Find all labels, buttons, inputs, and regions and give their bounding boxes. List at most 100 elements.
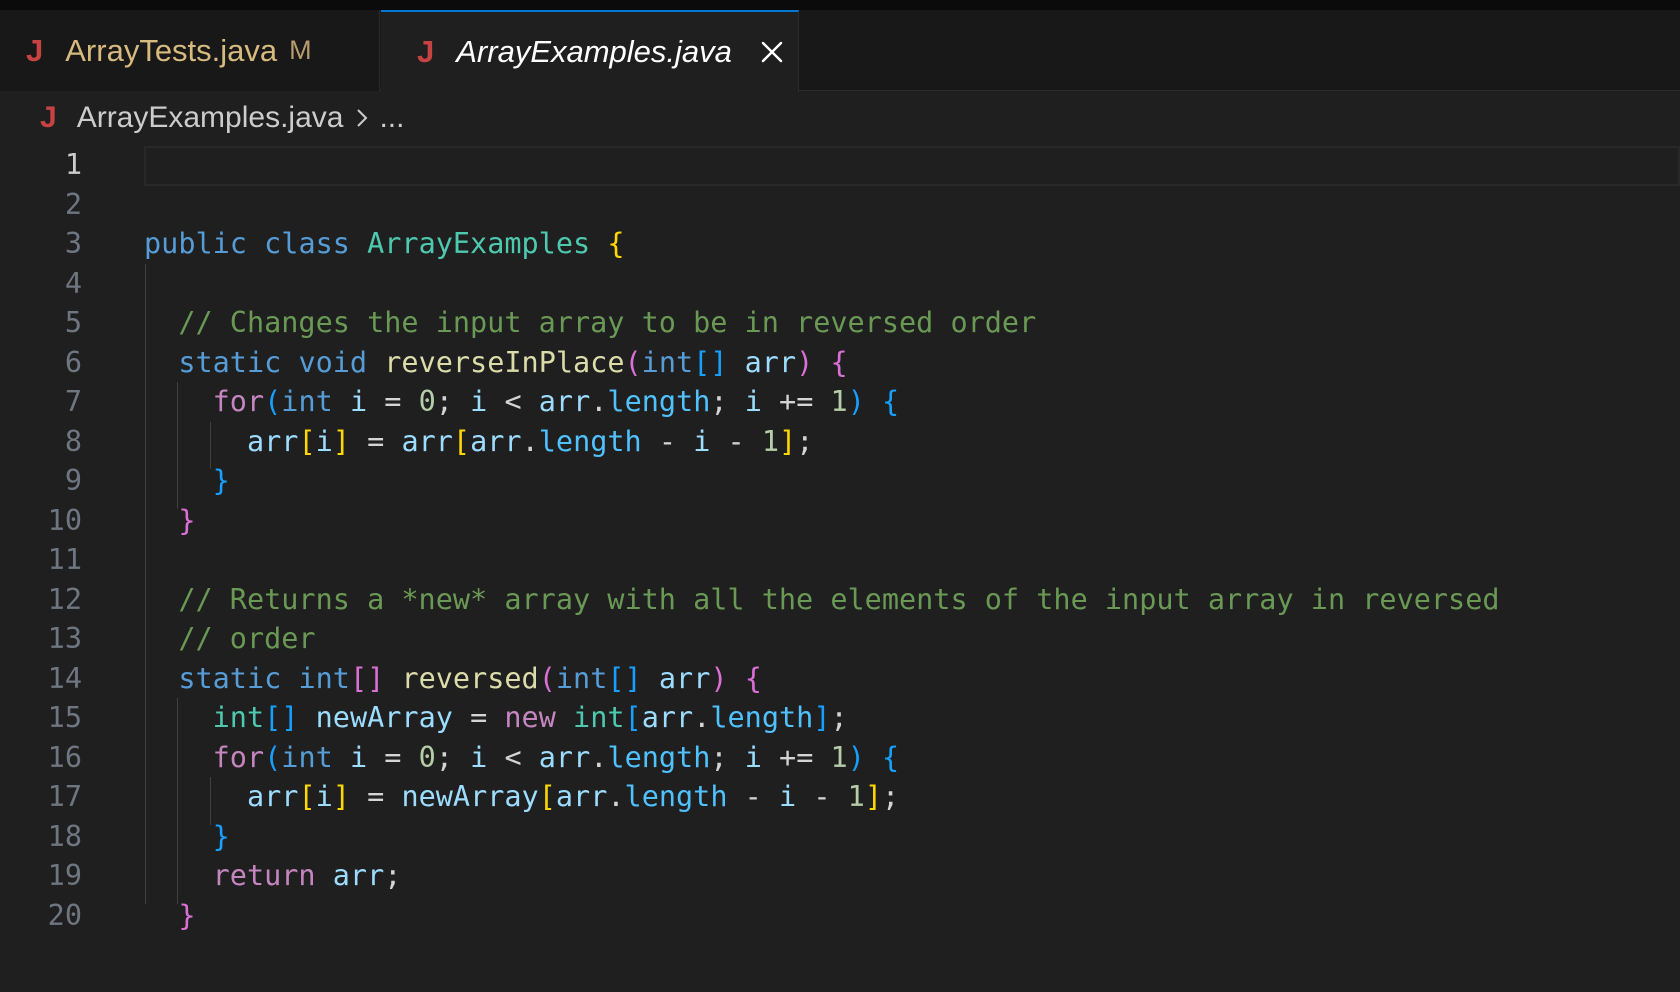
code-token: void <box>298 345 368 379</box>
line-number: 18 <box>47 819 82 853</box>
code-text: } <box>144 460 230 502</box>
code-line[interactable]: 6 static void reverseInPlace(int[] arr) … <box>0 342 1680 384</box>
code-token: ( <box>264 385 282 418</box>
line-number: 20 <box>47 898 82 932</box>
code-line[interactable]: 8 arr[i] = arr[arr.length - i - 1]; <box>0 421 1680 463</box>
code-line[interactable]: 14 static int[] reversed(int[] arr) { <box>0 658 1680 700</box>
code-token: arr <box>538 385 591 418</box>
code-line[interactable]: 5 // Changes the input array to be in re… <box>0 302 1680 344</box>
line-number: 3 <box>64 227 82 260</box>
code-token: } <box>212 464 230 497</box>
code-text: arr[i] = newArray[arr.length - i - 1]; <box>144 776 899 818</box>
code-token: arr <box>641 701 694 734</box>
code-token: = <box>452 701 505 734</box>
code-token: } <box>178 898 196 932</box>
code-token: i <box>349 385 368 418</box>
code-token: ; <box>710 740 745 774</box>
code-token: int <box>298 661 350 695</box>
code-line[interactable]: 2 <box>0 184 1680 226</box>
code-editor[interactable]: 1 2 3 public class ArrayExamples {4 5 // Cha… <box>0 145 1680 992</box>
code-token: - <box>641 424 694 458</box>
code-token: < <box>487 385 539 418</box>
code-token: static <box>178 345 282 379</box>
code-token: ( <box>538 661 556 695</box>
code-text: static void reverseInPlace(int[] arr) { <box>144 342 847 384</box>
line-number: 19 <box>47 859 82 892</box>
line-number: 8 <box>64 424 82 458</box>
modified-badge: M <box>289 35 312 65</box>
line-number: 12 <box>47 582 82 616</box>
code-token: += <box>761 385 831 418</box>
code-line[interactable]: 15 int[] newArray = new int[arr.length]; <box>0 697 1680 739</box>
code-token: = <box>367 385 419 418</box>
code-token: - <box>727 780 779 813</box>
line-number: 4 <box>64 266 82 300</box>
code-token: . <box>693 701 711 734</box>
code-token: for <box>212 740 265 774</box>
code-line[interactable]: 13 // order <box>0 618 1680 660</box>
code-line[interactable]: 20 } <box>0 895 1680 937</box>
code-line[interactable]: 9 } <box>0 460 1680 502</box>
line-number: 9 <box>64 464 82 497</box>
code-line[interactable]: 3 public class ArrayExamples { <box>0 223 1680 265</box>
breadcrumb-ellipsis[interactable]: ... <box>379 101 404 135</box>
code-line[interactable]: 17 arr[i] = newArray[arr.length - i - 1]… <box>0 776 1680 818</box>
code-token: [ <box>298 780 316 813</box>
code-line[interactable]: 4 <box>0 263 1680 305</box>
code-token: . <box>607 780 625 813</box>
code-token: 1 <box>830 740 848 774</box>
code-token: int <box>573 701 625 734</box>
close-icon[interactable] <box>758 38 786 66</box>
code-token: public <box>144 227 247 260</box>
code-line[interactable]: 11 <box>0 539 1680 581</box>
code-token: newArray <box>401 780 539 813</box>
code-token: arr <box>246 780 299 813</box>
code-token: length <box>538 424 642 458</box>
code-token: } <box>212 819 230 853</box>
breadcrumb-file[interactable]: ArrayExamples.java <box>77 101 344 135</box>
code-token: i <box>744 740 762 774</box>
tab-arraytests[interactable]: J ArrayTests.java M <box>0 10 380 91</box>
code-token: ( <box>264 740 282 774</box>
code-text: // order <box>144 618 315 660</box>
code-token: length <box>607 740 711 774</box>
code-line[interactable]: 19 return arr; <box>0 855 1680 897</box>
code-line[interactable]: 1 <box>0 144 1680 186</box>
code-line[interactable]: 12 // Returns a *new* array with all the… <box>0 579 1680 621</box>
code-line[interactable]: 16 for(int i = 0; i < arr.length; i += 1… <box>0 737 1680 779</box>
window-top-strip <box>0 0 1680 10</box>
tab-label: ArrayExamples.java <box>456 34 732 69</box>
code-token: = <box>367 740 419 774</box>
chevron-right-icon <box>355 106 369 130</box>
code-token: ; <box>435 385 471 418</box>
tab-arrayexamples[interactable]: J ArrayExamples.java <box>381 10 799 92</box>
code-line[interactable]: 10 } <box>0 500 1680 542</box>
code-token: class <box>264 227 350 260</box>
code-token: { <box>882 385 900 418</box>
editor-tab-bar: J ArrayTests.java M J ArrayExamples.java <box>0 10 1680 92</box>
code-line[interactable]: 18 } <box>0 816 1680 858</box>
code-token: . <box>590 385 608 418</box>
code-text: arr[i] = arr[arr.length - i - 1]; <box>144 421 813 463</box>
code-text: } <box>144 500 195 542</box>
code-token: int <box>212 701 265 734</box>
code-token: ; <box>435 740 471 774</box>
line-number: 6 <box>64 345 82 379</box>
code-token: [ <box>298 424 316 458</box>
code-token: [ <box>624 701 642 734</box>
code-token: = <box>349 780 402 813</box>
code-line[interactable]: 7 for(int i = 0; i < arr.length; i += 1)… <box>0 381 1680 423</box>
code-token: [] <box>693 345 728 379</box>
